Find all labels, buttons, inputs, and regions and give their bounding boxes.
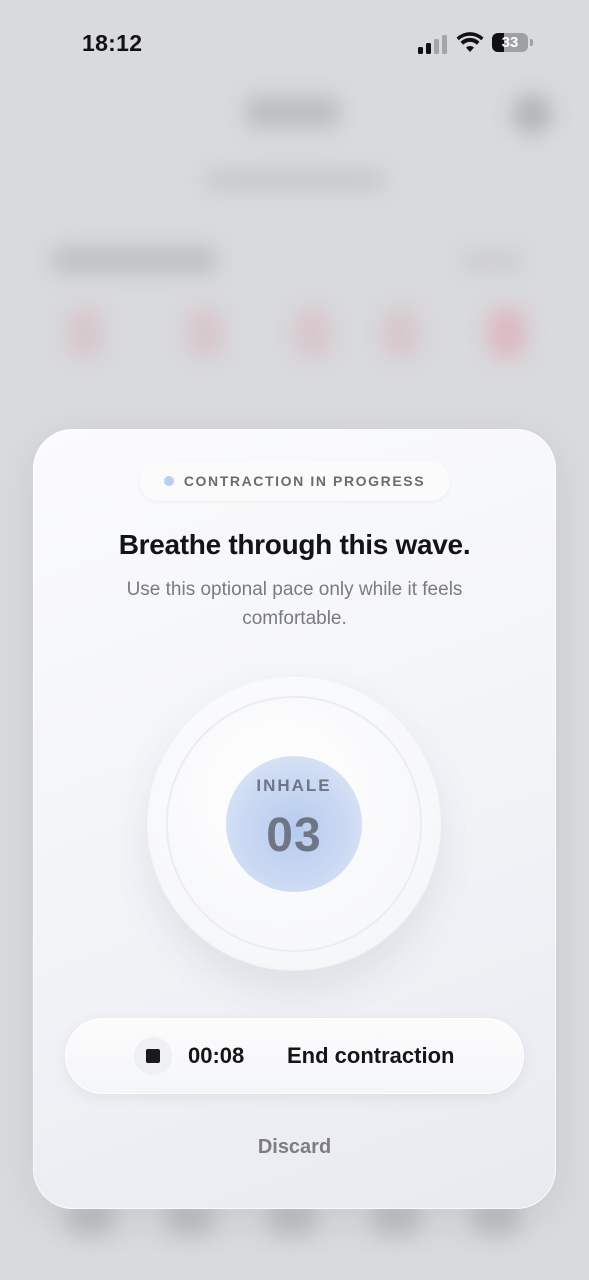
background-section-link bbox=[462, 252, 522, 270]
background-day-item bbox=[294, 308, 332, 358]
contraction-modal: CONTRACTION IN PROGRESS Breathe through … bbox=[33, 429, 556, 1209]
breathing-pacer: INHALE 03 bbox=[148, 678, 440, 970]
background-day-item bbox=[186, 308, 224, 358]
background-day-item bbox=[488, 308, 526, 358]
wifi-icon bbox=[456, 32, 484, 52]
stop-icon bbox=[134, 1037, 172, 1075]
background-avatar bbox=[512, 94, 552, 134]
background-section-heading bbox=[52, 246, 217, 274]
end-contraction-button[interactable]: 00:08 End contraction bbox=[65, 1018, 524, 1094]
battery-icon: 33 bbox=[492, 33, 528, 52]
background-day-item bbox=[382, 308, 420, 358]
status-badge-label: CONTRACTION IN PROGRESS bbox=[183, 473, 426, 489]
background-title bbox=[245, 96, 340, 128]
status-bar: 18:12 33 bbox=[0, 0, 589, 90]
battery-level: 33 bbox=[501, 34, 519, 51]
discard-button[interactable]: Discard bbox=[33, 1136, 556, 1159]
end-contraction-label: End contraction bbox=[287, 1043, 455, 1068]
elapsed-timer: 00:08 bbox=[188, 1043, 245, 1068]
breathing-count: 03 bbox=[266, 809, 322, 862]
status-badge: CONTRACTION IN PROGRESS bbox=[139, 461, 450, 501]
background-subtitle bbox=[205, 170, 385, 190]
breathing-phase: INHALE bbox=[256, 776, 332, 795]
stop-square bbox=[146, 1049, 160, 1063]
status-time: 18:12 bbox=[82, 30, 143, 56]
background-day-item bbox=[66, 308, 104, 358]
modal-title: Breathe through this wave. bbox=[118, 529, 471, 560]
battery-cap bbox=[530, 39, 533, 46]
modal-subtitle: Use this optional pace only while it fee… bbox=[126, 579, 463, 629]
cellular-signal-icon bbox=[418, 34, 448, 54]
progress-dot-icon bbox=[163, 476, 174, 486]
